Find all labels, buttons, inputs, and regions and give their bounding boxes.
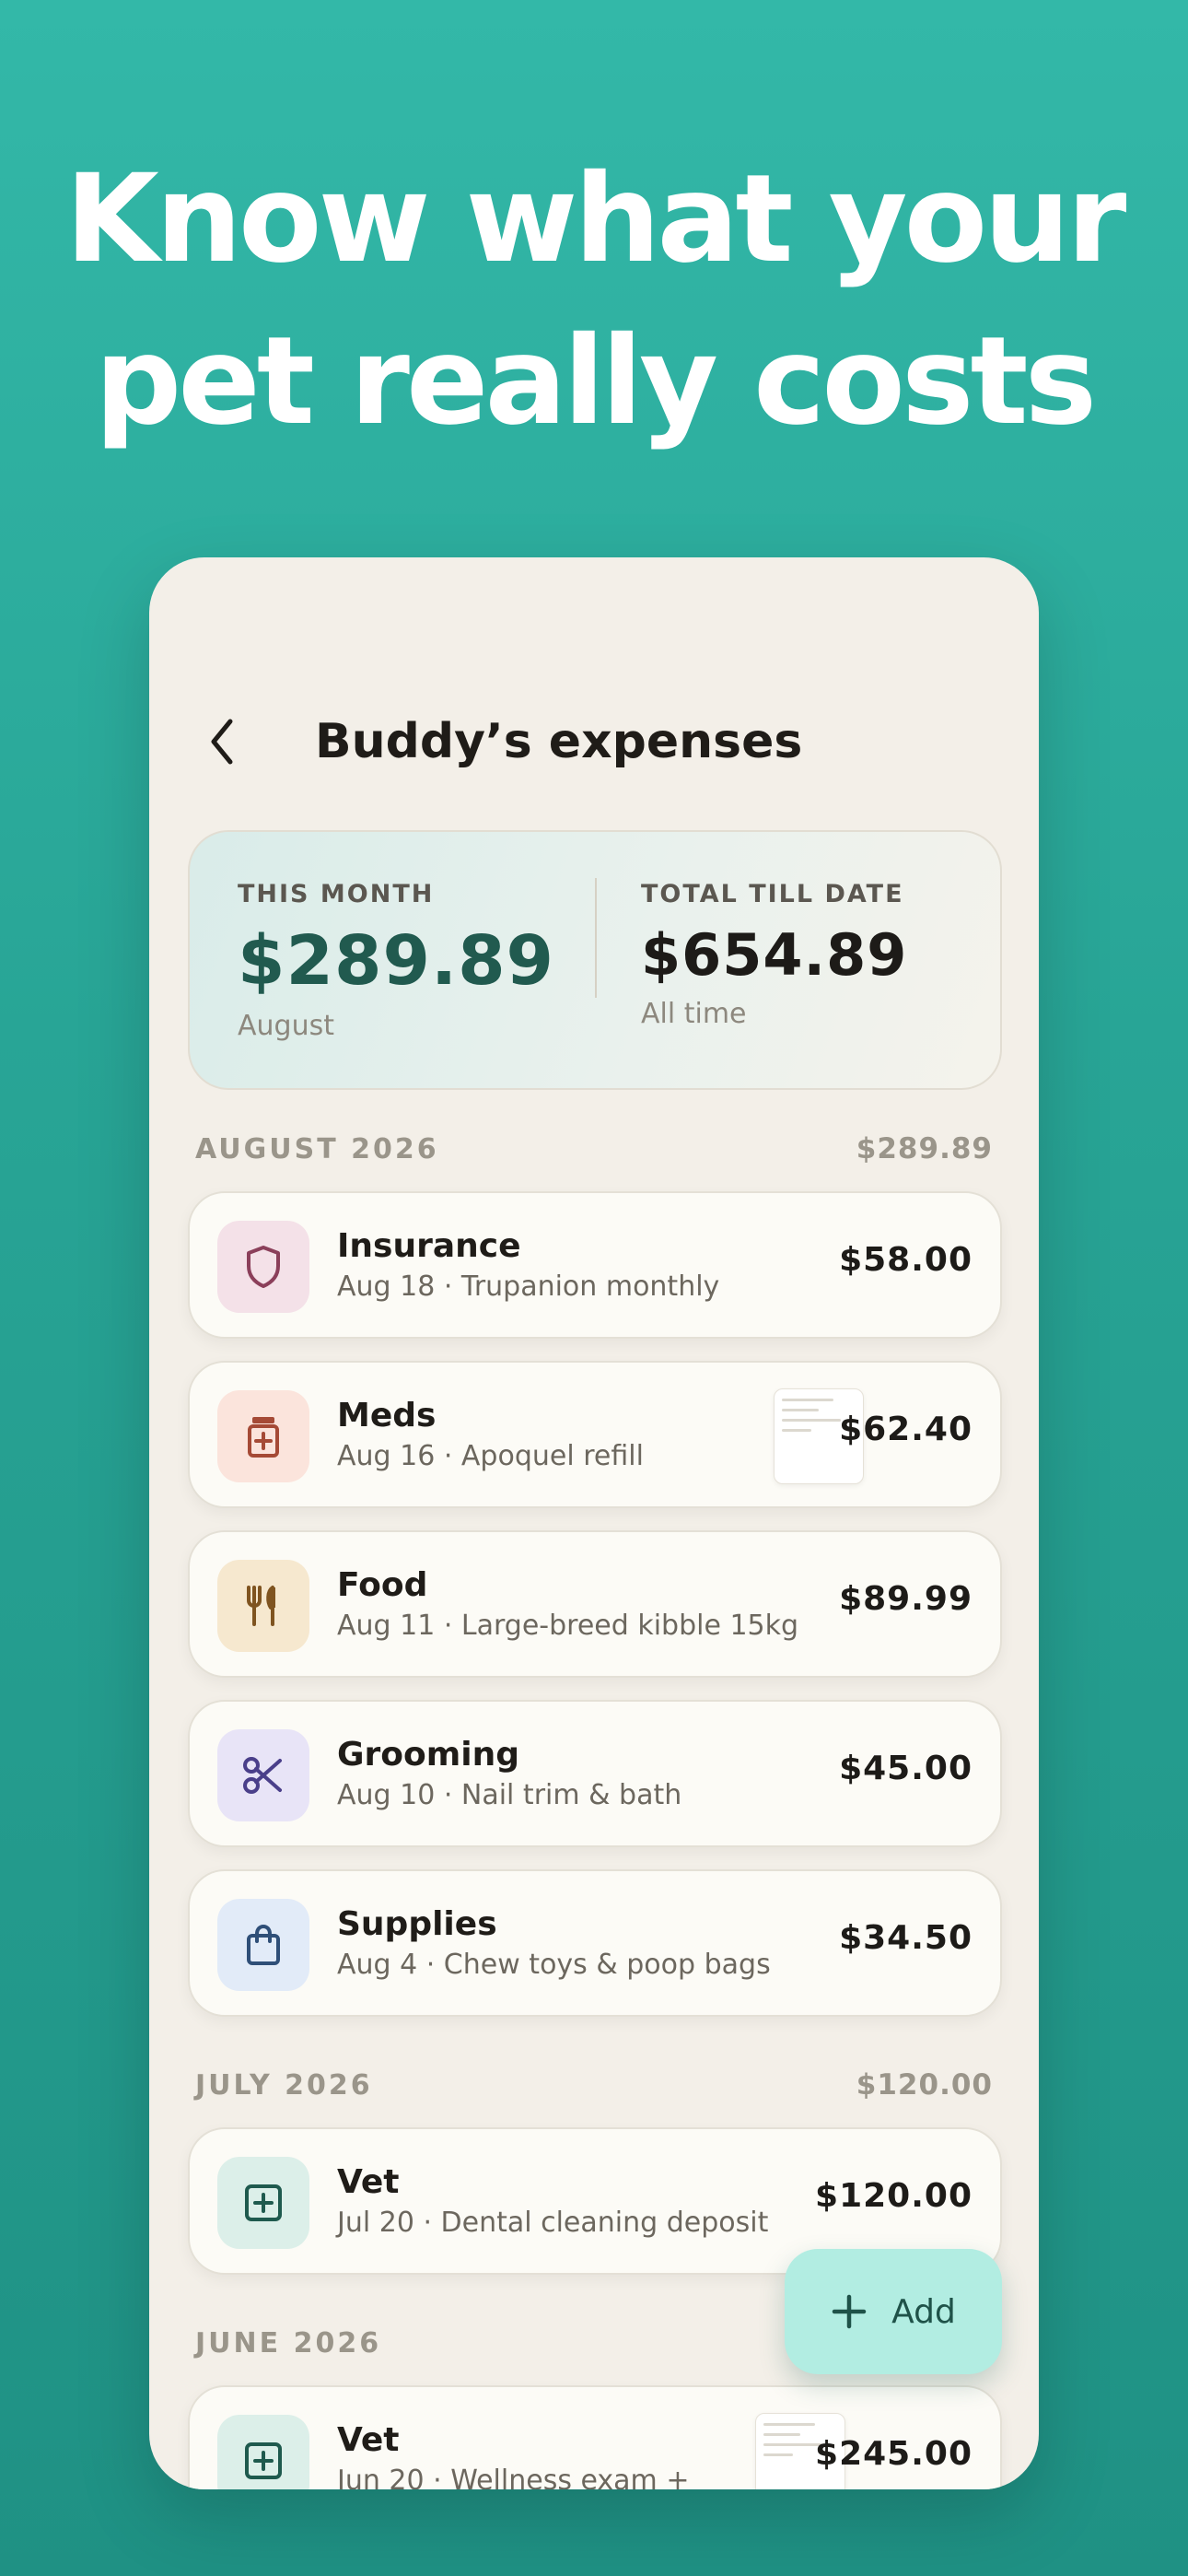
- expense-amount: $89.99: [839, 1580, 973, 1618]
- scissors-icon: [243, 1757, 282, 1794]
- expense-subtitle: Jul 20 · Dental cleaning deposit: [337, 2207, 769, 2239]
- headline: Know what your pet really costs: [0, 138, 1188, 463]
- expense-title: Meds: [337, 1397, 437, 1434]
- section-total: $120.00: [856, 2068, 993, 2102]
- section-label: JUNE 2026: [195, 2326, 382, 2359]
- category-tile: [217, 1899, 309, 1991]
- chevron-left-icon: [211, 719, 233, 765]
- category-tile: [217, 1221, 309, 1313]
- expense-subtitle: Aug 18 · Trupanion monthly: [337, 1270, 720, 1303]
- top-bar: Buddy’s expenses: [149, 696, 1039, 788]
- expense-title: Grooming: [337, 1736, 520, 1774]
- expense-subtitle: Aug 16 · Apoquel refill: [337, 1440, 644, 1472]
- section-label: AUGUST 2026: [195, 1132, 439, 1165]
- expense-subtitle: Jun 20 · Wellness exam +: [337, 2465, 690, 2489]
- fork-knife-icon: [247, 1586, 275, 1626]
- category-tile: [217, 2157, 309, 2249]
- total-label: TOTAL TILL DATE: [641, 880, 904, 908]
- medical-plus-icon: [245, 2442, 282, 2479]
- category-tile: [217, 1729, 309, 1821]
- expense-row-insurance[interactable]: Insurance Aug 18 · Trupanion monthly $58…: [188, 1191, 1002, 1339]
- medical-plus-icon: [245, 2184, 282, 2221]
- expense-row-grooming[interactable]: Grooming Aug 10 · Nail trim & bath $45.0…: [188, 1700, 1002, 1847]
- expense-title: Food: [337, 1566, 428, 1604]
- expense-row-food[interactable]: Food Aug 11 · Large-breed kibble 15kg $8…: [188, 1530, 1002, 1678]
- screen-title: Buddy’s expenses: [315, 714, 803, 769]
- expense-title: Supplies: [337, 1905, 497, 1943]
- category-tile: [217, 1560, 309, 1652]
- this-month-label: THIS MONTH: [238, 880, 435, 908]
- section-total: $289.89: [856, 1132, 993, 1165]
- shield-icon: [247, 1246, 280, 1288]
- headline-line-2: pet really costs: [94, 310, 1097, 452]
- expense-row-supplies[interactable]: Supplies Aug 4 · Chew toys & poop bags $…: [188, 1869, 1002, 2017]
- expense-subtitle: Aug 4 · Chew toys & poop bags: [337, 1949, 771, 1981]
- category-tile: [217, 1390, 309, 1482]
- expense-subtitle: Aug 10 · Nail trim & bath: [337, 1779, 682, 1811]
- expense-amount: $62.40: [839, 1411, 973, 1448]
- expense-amount: $120.00: [815, 2177, 973, 2215]
- medicine-jar-icon: [248, 1417, 279, 1458]
- plus-icon: [832, 2294, 867, 2329]
- section-header-august: AUGUST 2026 $289.89: [195, 1129, 993, 1169]
- expense-title: Insurance: [337, 1227, 521, 1265]
- phone-screen: Buddy’s expenses THIS MONTH $289.89 Augu…: [149, 557, 1039, 2489]
- expense-amount: $34.50: [839, 1919, 973, 1957]
- add-expense-button[interactable]: Add: [785, 2249, 1002, 2374]
- expense-amount: $45.00: [839, 1750, 973, 1787]
- shopping-bag-icon: [247, 1924, 280, 1965]
- expense-amount: $58.00: [839, 1241, 973, 1279]
- back-button[interactable]: [195, 714, 250, 769]
- expense-subtitle: Aug 11 · Large-breed kibble 15kg: [337, 1610, 799, 1642]
- total-summary: TOTAL TILL DATE $654.89 All time: [641, 880, 907, 1030]
- total-value: $654.89: [641, 921, 908, 989]
- expense-row-meds[interactable]: Meds Aug 16 · Apoquel refill $62.40: [188, 1361, 1002, 1508]
- summary-card: THIS MONTH $289.89 August TOTAL TILL DAT…: [188, 830, 1002, 1090]
- add-button-label: Add: [891, 2292, 956, 2331]
- category-tile: [217, 2415, 309, 2489]
- this-month-summary: THIS MONTH $289.89 August: [238, 880, 554, 1042]
- section-label: JULY 2026: [195, 2068, 373, 2102]
- headline-line-1: Know what your: [64, 148, 1127, 290]
- this-month-sub: August: [238, 1010, 334, 1042]
- total-sub: All time: [641, 998, 747, 1030]
- expense-title: Vet: [337, 2421, 400, 2459]
- this-month-value: $289.89: [238, 921, 555, 1001]
- summary-divider: [595, 878, 597, 998]
- section-header-july: JULY 2026 $120.00: [195, 2065, 993, 2105]
- expense-row-vet-june[interactable]: Vet Jun 20 · Wellness exam + $245.00: [188, 2385, 1002, 2489]
- expense-amount: $245.00: [815, 2435, 973, 2473]
- expense-title: Vet: [337, 2163, 400, 2201]
